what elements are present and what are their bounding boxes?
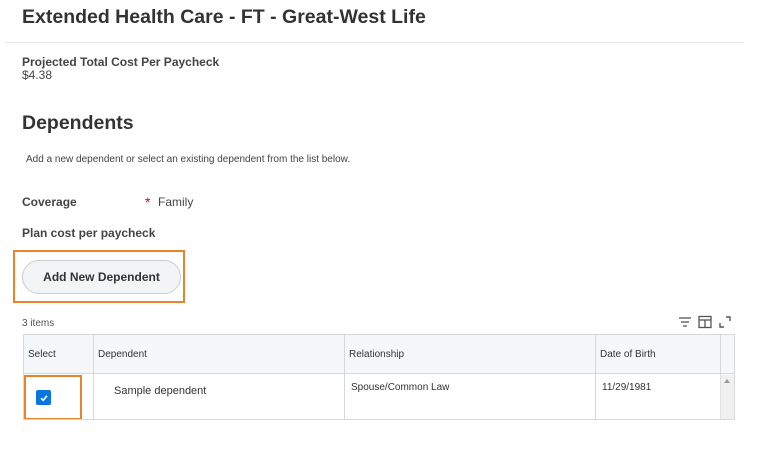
page-title: Extended Health Care - FT - Great-West L… [22,6,426,28]
column-header-dependent[interactable]: Dependent [94,335,147,374]
add-new-dependent-button[interactable]: Add New Dependent [22,260,181,294]
expand-icon[interactable] [717,314,733,330]
plan-cost-label: Plan cost per paycheck [22,226,156,240]
column-header-relationship[interactable]: Relationship [345,335,404,374]
column-header-select[interactable]: Select [24,335,56,374]
items-count: 3 items [22,318,55,329]
date-of-birth-cell: 11/29/1981 [602,382,652,393]
dependents-section-title: Dependents [22,112,134,134]
relationship-cell: Spouse/Common Law [351,382,450,393]
required-marker: * [145,194,151,210]
dependent-name-cell[interactable]: Sample dependent [114,385,206,397]
column-header-date-of-birth[interactable]: Date of Birth [596,335,656,374]
coverage-value: Family [158,195,194,209]
coverage-label: Coverage [22,195,77,209]
scroll-up-arrow-icon[interactable] [724,379,730,383]
projected-cost-label: Projected Total Cost Per Paycheck [22,55,220,69]
dependents-instructions: Add a new dependent or select an existin… [26,154,351,165]
title-divider [5,42,744,43]
table-toolbar [677,314,733,330]
checkmark-icon [39,394,48,401]
table-scrollbar[interactable] [720,375,734,419]
projected-cost-value: $4.38 [22,68,53,82]
table-row[interactable]: Sample dependent Spouse/Common Law 11/29… [24,375,734,419]
table-header: Select Dependent Relationship Date of Bi… [24,335,734,374]
columns-icon[interactable] [697,314,713,330]
select-checkbox[interactable] [36,390,51,405]
dependents-table: Select Dependent Relationship Date of Bi… [23,334,735,420]
filter-icon[interactable] [677,314,693,330]
select-checkbox-highlight [24,375,82,419]
